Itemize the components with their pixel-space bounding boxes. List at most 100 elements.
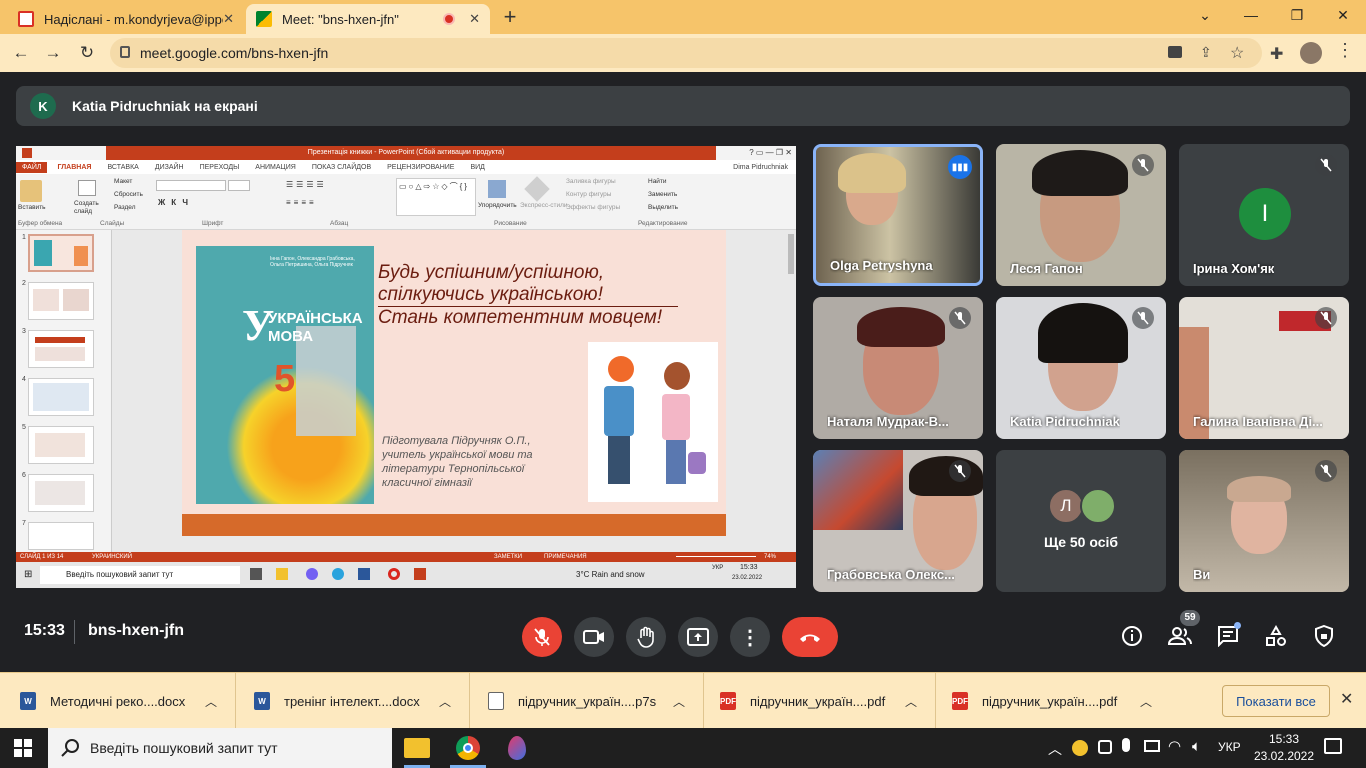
ppt-tab-slideshow[interactable]: ПОКАЗ СЛАЙДОВ [312, 164, 371, 171]
chevron-up-icon[interactable]: ︿ [673, 693, 685, 710]
mic-toggle-button[interactable] [522, 617, 562, 657]
slide-thumbnail[interactable] [28, 330, 94, 368]
slide-thumbnail[interactable] [28, 426, 94, 464]
back-icon[interactable]: ← [8, 41, 34, 65]
download-item[interactable]: PDF підручник_україн....pdf ︿ [936, 673, 1170, 729]
participant-tile[interactable]: Галина Іванівна Ді... [1179, 297, 1349, 439]
shape-outline-button[interactable]: Контур фигуры [566, 191, 611, 198]
reload-icon[interactable]: ↻ [74, 41, 100, 65]
chevron-up-icon[interactable]: ︿ [439, 693, 451, 710]
host-controls-button[interactable] [1308, 620, 1340, 652]
close-tab-icon[interactable]: ✕ [469, 11, 480, 27]
participant-tile[interactable]: Леся Гапон [996, 144, 1166, 286]
tray-camera-icon[interactable] [1098, 740, 1112, 754]
taskbar-time[interactable]: 15:33 [1254, 732, 1314, 746]
meeting-details-button[interactable] [1116, 620, 1148, 652]
quick-styles-icon[interactable] [524, 176, 550, 202]
reset-button[interactable]: Сбросить [114, 191, 143, 198]
close-tab-icon[interactable]: ✕ [223, 11, 234, 27]
participant-tile[interactable]: Наталя Мудрак-В... [813, 297, 983, 439]
close-downloads-icon[interactable]: ✕ [1340, 689, 1353, 709]
wifi-icon[interactable]: ◠ [1168, 737, 1181, 755]
chevron-up-icon[interactable]: ︿ [205, 693, 217, 710]
chat-button[interactable] [1212, 620, 1244, 652]
ppt-tab-review[interactable]: РЕЦЕНЗИРОВАНИЕ [387, 164, 454, 171]
volume-icon[interactable]: 🔈︎ [1192, 738, 1201, 755]
taskbar-search-box[interactable]: Введіть пошуковий запит тут [48, 728, 392, 768]
end-call-button[interactable] [782, 617, 838, 657]
more-options-button[interactable]: ⋮ [730, 617, 770, 657]
tray-app-icon[interactable] [1072, 740, 1088, 756]
alignment-icons[interactable]: ≡≡≡≡ [286, 198, 317, 207]
bookmark-star-icon[interactable]: ☆ [1230, 43, 1244, 63]
ppt-tab-animation[interactable]: АНИМАЦИЯ [255, 164, 296, 171]
slide-canvas[interactable]: Інна Гапон, Олександра Грабовська, Ольга… [182, 230, 726, 536]
restore-icon[interactable]: ❐ [1274, 0, 1320, 30]
font-format-icons[interactable]: ЖКЧ [158, 198, 194, 207]
participant-tile[interactable]: Katia Pidruchniak [996, 297, 1166, 439]
download-item[interactable]: підручник_україн....p7s ︿ [470, 673, 704, 729]
windows-start-icon[interactable] [14, 739, 32, 757]
forward-icon[interactable]: → [40, 41, 66, 65]
extensions-icon[interactable]: ✚ [1270, 44, 1283, 64]
activities-button[interactable] [1260, 620, 1292, 652]
notifications-icon[interactable] [1324, 738, 1342, 754]
slide-thumbnails-pane[interactable]: 1 2 3 4 5 6 7 [16, 230, 112, 552]
ppt-tab-transitions[interactable]: ПЕРЕХОДЫ [200, 164, 240, 171]
shared-screen[interactable]: Презентація книжки - PowerPoint (Сбой ак… [16, 146, 796, 588]
download-item[interactable]: PDF підручник_україн....pdf ︿ [704, 673, 936, 729]
paste-button[interactable]: Вставить [18, 204, 46, 211]
show-all-downloads-button[interactable]: Показати все [1222, 685, 1330, 717]
slide-thumbnail[interactable] [28, 474, 94, 512]
microphone-icon[interactable] [1122, 738, 1130, 752]
replace-button[interactable]: Заменить [648, 191, 677, 198]
drop-app-icon[interactable] [508, 736, 526, 760]
shape-fill-button[interactable]: Заливка фигуры [566, 178, 616, 185]
new-slide-icon[interactable] [78, 180, 96, 196]
section-button[interactable]: Раздел [114, 204, 135, 211]
notes-button[interactable]: ЗАМЕТКИ [494, 552, 522, 562]
comments-button[interactable]: ПРИМЕЧАНИЯ [544, 552, 587, 562]
select-button[interactable]: Выделить [648, 204, 678, 211]
participant-tile[interactable]: І Ірина Хом'як [1179, 144, 1349, 286]
slide-thumbnail[interactable] [28, 378, 94, 416]
new-tab-button[interactable]: + [498, 4, 522, 30]
font-size-select[interactable] [228, 180, 250, 191]
participant-tile[interactable]: Грабовська Олекс... [813, 450, 983, 592]
share-icon[interactable]: ⇪ [1200, 44, 1212, 61]
paragraph-icons[interactable]: ☰☰☰☰ [286, 180, 327, 189]
tab-gmail[interactable]: Надіслані - m.kondyrjeva@ippo. ✕ [8, 4, 244, 34]
file-explorer-icon[interactable] [404, 738, 430, 758]
download-item[interactable]: W Методичні реко....docx ︿ [0, 673, 236, 729]
find-button[interactable]: Найти [648, 178, 667, 185]
participant-tile[interactable]: ▮▮▮ Olga Petryshyna [813, 144, 983, 286]
show-hidden-icons-icon[interactable]: ︿ [1048, 739, 1062, 759]
shapes-gallery[interactable]: ▭○△⇨☆◇⌒{} [396, 178, 476, 216]
slide-scrollbar[interactable] [788, 234, 794, 274]
slide-thumbnail[interactable] [28, 282, 94, 320]
slide-thumbnail[interactable] [28, 234, 94, 272]
shape-effects-button[interactable]: Эффекты фигуры [566, 204, 620, 211]
arrange-button[interactable]: Упорядочить [478, 202, 517, 209]
download-item[interactable]: W тренінг інтелект....docx ︿ [236, 673, 470, 729]
participants-button[interactable]: 59 [1164, 610, 1200, 652]
chevron-up-icon[interactable]: ︿ [1140, 693, 1152, 710]
ppt-tab-home[interactable]: ГЛАВНАЯ [57, 164, 91, 171]
zoom-slider[interactable] [676, 556, 756, 557]
ppt-tab-view[interactable]: ВИД [470, 164, 484, 171]
taskbar-date[interactable]: 23.02.2022 [1250, 749, 1318, 763]
camera-toggle-button[interactable] [574, 617, 614, 657]
battery-icon[interactable] [1144, 740, 1160, 752]
slide-thumbnail[interactable] [28, 522, 94, 550]
address-bar[interactable]: meet.google.com/bns-hxen-jfn ⇪ ☆ [110, 38, 1262, 68]
new-slide-button[interactable]: Создать слайд [74, 200, 102, 216]
participant-tile-self[interactable]: Ви [1179, 450, 1349, 592]
chrome-icon[interactable] [456, 736, 480, 760]
ppt-tab-file[interactable]: ФАЙЛ [16, 161, 48, 173]
ppt-tab-insert[interactable]: ВСТАВКА [107, 164, 138, 171]
font-name-select[interactable] [156, 180, 226, 191]
quick-styles-button[interactable]: Экспресс-стили [520, 202, 568, 209]
profile-avatar[interactable] [1300, 42, 1322, 64]
ppt-tab-design[interactable]: ДИЗАЙН [155, 164, 184, 171]
browser-menu-icon[interactable]: ⋮ [1336, 40, 1354, 61]
